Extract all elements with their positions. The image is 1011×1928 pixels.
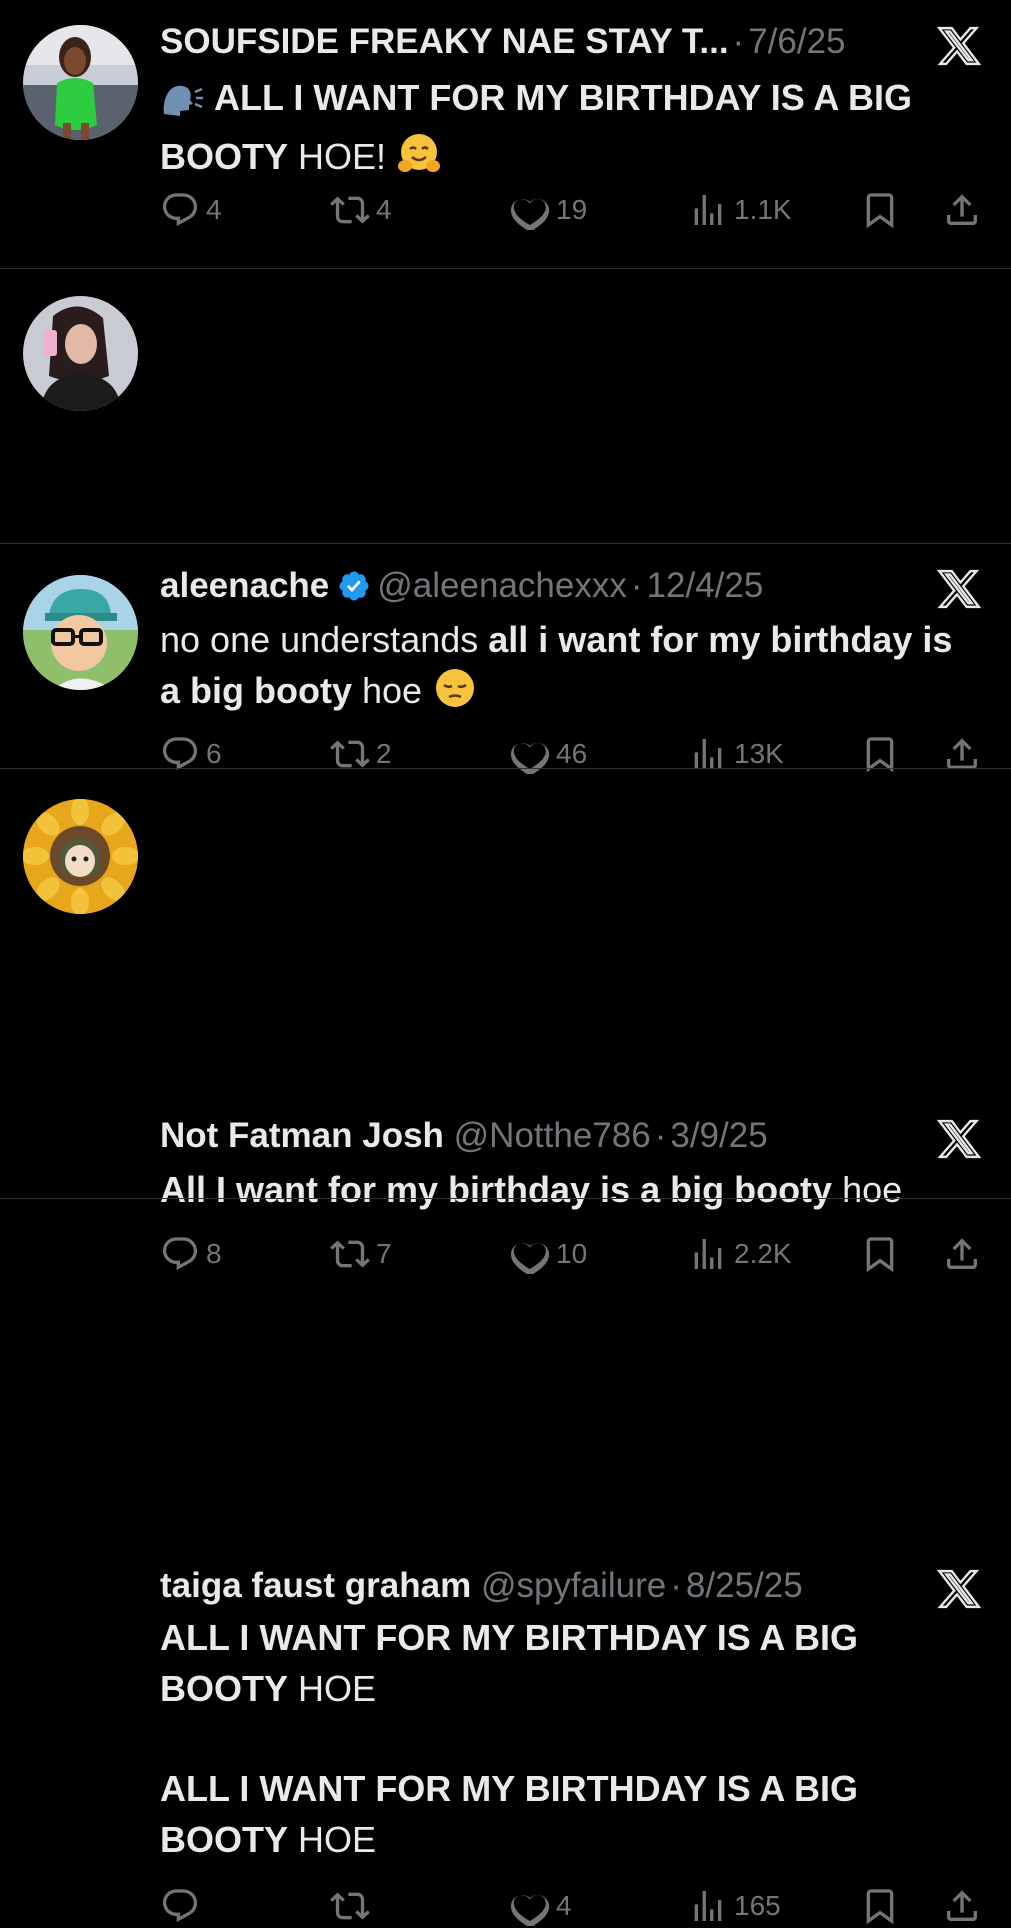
display-name[interactable]: SOUFSIDE FREAKY NAE STAY T... <box>160 22 729 61</box>
retweet-count: 4 <box>376 194 392 225</box>
heart-icon <box>510 190 550 230</box>
tweet-text-bold: ALL I WANT FOR MY BIRTHDAY IS A BIG BOOT… <box>160 1768 859 1860</box>
avatar[interactable] <box>23 296 138 411</box>
views-icon <box>688 1886 728 1926</box>
share-button[interactable] <box>942 188 982 232</box>
reply-button[interactable]: 8 <box>160 1232 222 1276</box>
tweet-text-normal: HOE! <box>298 136 387 177</box>
tweet-text-normal: HOE <box>298 1668 377 1709</box>
reply-count: 4 <box>206 194 222 225</box>
bookmark-button[interactable] <box>860 1232 900 1276</box>
bookmark-button[interactable] <box>860 1884 900 1928</box>
share-button[interactable] <box>942 1232 982 1276</box>
views-button[interactable]: 165 <box>688 1884 781 1928</box>
tweet-header: SOUFSIDE FREAKY NAE STAY T... · 7/6/25 <box>160 22 846 61</box>
retweet-button[interactable] <box>330 1884 376 1928</box>
retweet-icon <box>330 190 370 230</box>
like-count: 4 <box>556 1890 572 1921</box>
like-count: 19 <box>556 194 588 225</box>
tweet-actions: 8 7 10 2.2K <box>160 1232 981 1276</box>
tweet-paragraph: ALL I WANT FOR MY BIRTHDAY IS A BIG BOOT… <box>160 1612 971 1714</box>
bookmark-icon <box>860 1886 900 1926</box>
reply-icon <box>160 1886 200 1926</box>
tweet[interactable]: SOUFSIDE FREAKY NAE STAY T... · 7/6/25 ALL… <box>0 0 1011 269</box>
like-button[interactable]: 10 <box>510 1232 587 1276</box>
heart-icon <box>510 1234 550 1274</box>
like-button[interactable]: 4 <box>510 1884 572 1928</box>
display-name[interactable]: taiga faust graham <box>160 1566 471 1605</box>
heart-icon <box>510 1886 550 1926</box>
tweet-text: ALL I WANT FOR MY BIRTHDAY IS A BIG BOOT… <box>160 72 971 190</box>
tweet-actions: 4 4 19 1.1K <box>160 188 981 232</box>
tweet-text: ALL I WANT FOR MY BIRTHDAY IS A BIG BOOT… <box>160 1612 971 1865</box>
tweet-text-normal: HOE <box>298 1819 377 1860</box>
reply-count: 8 <box>206 1238 222 1269</box>
share-icon <box>942 190 982 230</box>
share-icon <box>942 1234 982 1274</box>
reply-button[interactable]: 4 <box>160 188 222 232</box>
view-count: 2.2K <box>734 1238 792 1269</box>
bookmark-icon <box>860 1234 900 1274</box>
x-logo-icon <box>937 24 981 68</box>
x-logo-icon <box>937 1567 981 1611</box>
share-icon <box>942 1886 982 1926</box>
tweet-date[interactable]: 7/6/25 <box>748 22 845 61</box>
handle[interactable]: @spyfailure <box>481 1566 666 1605</box>
speaking-head-emoji <box>160 80 204 131</box>
retweet-icon <box>330 1886 370 1926</box>
tweet[interactable]: taiga faust graham @spyfailure · 8/25/25 A… <box>0 769 1011 1199</box>
tweet-paragraph: ALL I WANT FOR MY BIRTHDAY IS A BIG BOOT… <box>160 1763 971 1865</box>
share-button[interactable] <box>942 1884 982 1928</box>
tweet[interactable]: aleenache @aleenachexxx · 12/4/25 no one un… <box>0 269 1011 544</box>
views-icon <box>688 1234 728 1274</box>
timeline: SOUFSIDE FREAKY NAE STAY T... · 7/6/25 ALL… <box>0 0 1011 1199</box>
view-count: 165 <box>734 1890 781 1921</box>
bookmark-button[interactable] <box>860 188 900 232</box>
tweet-text-bold: ALL I WANT FOR MY BIRTHDAY IS A BIG BOOT… <box>160 1617 859 1709</box>
retweet-button[interactable]: 4 <box>330 188 392 232</box>
avatar[interactable] <box>23 799 138 914</box>
retweet-button[interactable]: 7 <box>330 1232 392 1276</box>
reply-icon <box>160 1234 200 1274</box>
tweet-date[interactable]: 8/25/25 <box>686 1566 803 1605</box>
views-button[interactable]: 2.2K <box>688 1232 792 1276</box>
like-button[interactable]: 19 <box>510 188 587 232</box>
tweet-actions: 4 165 <box>160 1884 981 1928</box>
hugging-face-emoji <box>396 131 442 190</box>
avatar[interactable] <box>23 575 138 690</box>
views-button[interactable]: 1.1K <box>688 188 792 232</box>
bookmark-icon <box>860 190 900 230</box>
reply-button[interactable] <box>160 1884 206 1928</box>
retweet-count: 7 <box>376 1238 392 1269</box>
tweet-header: taiga faust graham @spyfailure · 8/25/25 <box>160 1566 803 1605</box>
retweet-icon <box>330 1234 370 1274</box>
avatar[interactable] <box>23 25 138 140</box>
tweet-text-bold: ALL I WANT FOR MY BIRTHDAY IS A BIG BOOT… <box>160 77 913 177</box>
views-icon <box>688 190 728 230</box>
tweet[interactable]: Not Fatman Josh @Notthe786 · 3/9/25 All I … <box>0 544 1011 769</box>
reply-icon <box>160 190 200 230</box>
like-count: 10 <box>556 1238 588 1269</box>
view-count: 1.1K <box>734 194 792 225</box>
